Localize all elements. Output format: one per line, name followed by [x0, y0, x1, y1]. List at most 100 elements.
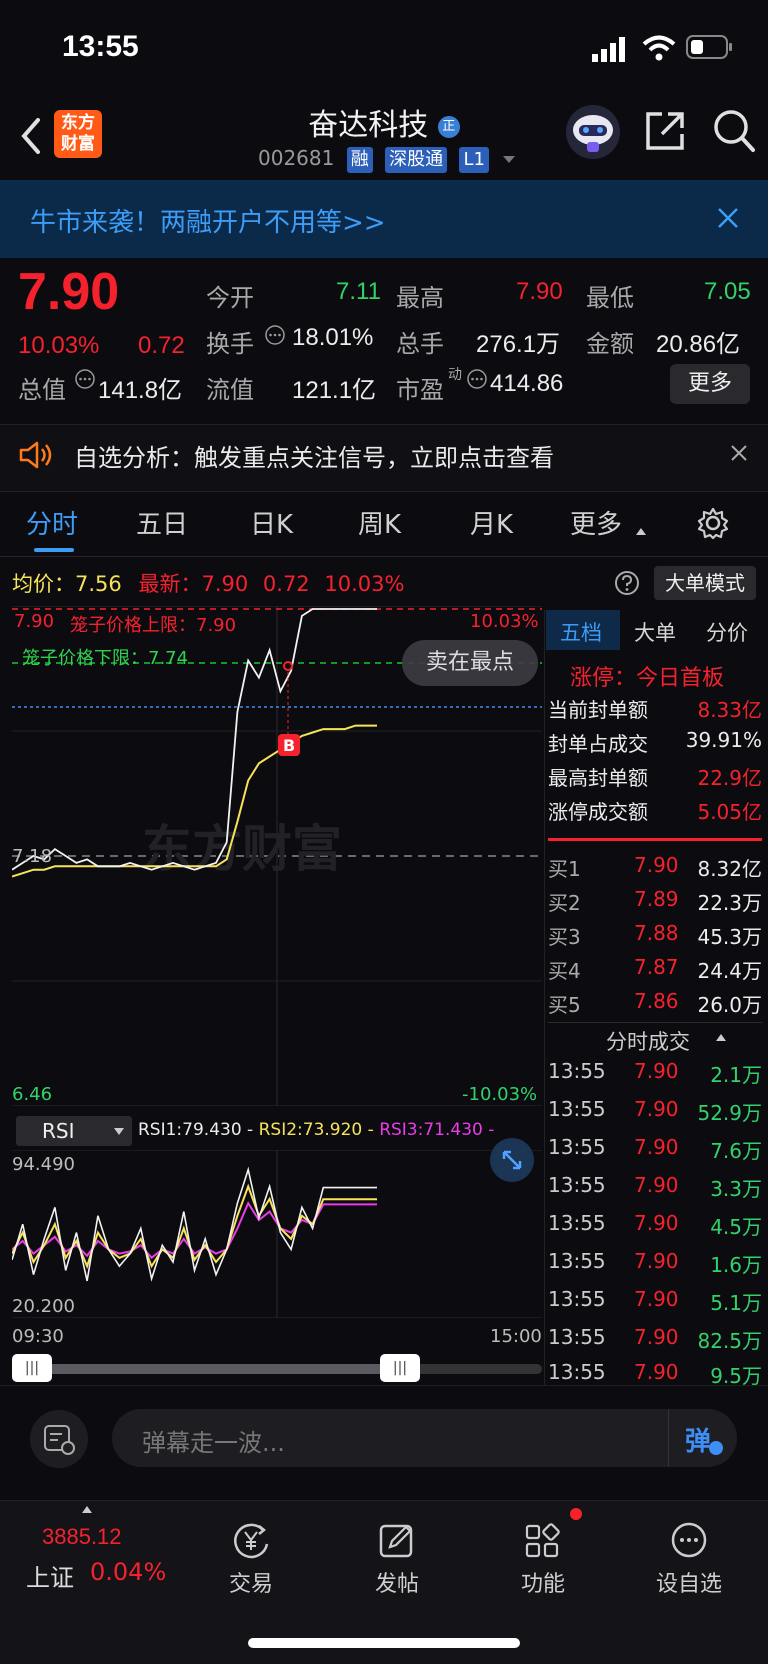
- limit-up-title: 涨停：今日首板: [570, 666, 725, 691]
- trade-price: 7.90: [634, 1287, 679, 1311]
- trade-time: 13:55: [548, 1135, 606, 1159]
- tab-five-level[interactable]: 五档: [560, 617, 602, 647]
- bid-volume: 24.4万: [697, 959, 762, 983]
- tab-five-day[interactable]: 五日: [136, 504, 188, 541]
- tag-margin: 融: [346, 147, 373, 173]
- nav-trade[interactable]: 交易: [196, 1520, 306, 1598]
- yen-exchange-icon: [234, 1523, 269, 1559]
- trade-price: 7.90: [634, 1360, 679, 1384]
- trade-volume: 52.9万: [697, 1101, 762, 1125]
- tag-level: L1: [459, 147, 489, 173]
- upper-cage-label: 笼子价格上限：7.90: [70, 615, 237, 636]
- max-seal-label: 最高封单额: [548, 766, 648, 790]
- danmu-settings-button[interactable]: [30, 1410, 88, 1468]
- home-indicator: [248, 1638, 520, 1648]
- more-circle-icon: [671, 1522, 707, 1558]
- prev-close-label: 7.18: [12, 846, 53, 867]
- range-handle-right[interactable]: |||: [380, 1354, 420, 1382]
- avg-value: 7.56: [75, 572, 122, 596]
- trade-volume: 3.3万: [710, 1177, 762, 1201]
- index-value[interactable]: 3885.12: [42, 1524, 122, 1550]
- tab-monthly-k[interactable]: 月K: [470, 504, 513, 541]
- stock-name: 奋达科技: [308, 108, 429, 143]
- bid-volume: 45.3万: [697, 925, 762, 949]
- info-dots-icon[interactable]: [264, 324, 286, 346]
- close-icon[interactable]: [716, 206, 740, 230]
- trade-price: 7.90: [634, 1249, 679, 1273]
- nav-post[interactable]: 发帖: [342, 1520, 452, 1598]
- speaker-icon: [19, 441, 52, 469]
- trade-price: 7.90: [634, 1097, 679, 1121]
- trade-row: 13:55 7.90 5.1万: [548, 1287, 762, 1317]
- help-icon[interactable]: [614, 570, 640, 596]
- danmu-input[interactable]: 弹幕走一波...: [112, 1409, 736, 1467]
- info-dots-icon[interactable]: [74, 368, 96, 390]
- expand-button[interactable]: [490, 1138, 534, 1182]
- bid-row[interactable]: 买4 7.87 24.4万: [548, 955, 762, 985]
- close-icon[interactable]: [730, 444, 748, 462]
- tab-daily-k[interactable]: 日K: [250, 504, 293, 541]
- amount-label: 金额: [586, 330, 634, 358]
- seal-ratio-label: 封单占成交: [548, 732, 648, 756]
- trade-time: 13:55: [548, 1211, 606, 1235]
- nav-functions[interactable]: 功能: [488, 1520, 598, 1598]
- lower-price-label: 6.46: [12, 1084, 53, 1105]
- battery-icon: [686, 35, 732, 59]
- dropdown-caret-icon[interactable]: [503, 156, 516, 163]
- nav-trade-label: 交易: [228, 1572, 273, 1597]
- volume-value: 276.1万: [476, 331, 561, 358]
- trade-row: 13:55 7.90 52.9万: [548, 1097, 762, 1127]
- index-percent[interactable]: 0.04%: [90, 1558, 166, 1586]
- bid-price: 7.86: [634, 989, 679, 1013]
- nav-add-watchlist[interactable]: 设自选: [634, 1520, 744, 1598]
- danmu-placeholder: 弹幕走一波...: [142, 1429, 285, 1457]
- tag-connect: 深股通: [385, 147, 448, 173]
- tab-weekly-k[interactable]: 周K: [358, 504, 401, 541]
- trade-row: 13:55 7.90 82.5万: [548, 1325, 762, 1355]
- promo-banner-text[interactable]: 牛市来袭！两融开户不用等>>: [30, 202, 386, 239]
- latest-percent: 10.03%: [324, 572, 405, 596]
- rsi-chart[interactable]: [12, 1150, 542, 1318]
- bid-label: 买4: [548, 959, 581, 983]
- bid-price: 7.87: [634, 955, 679, 979]
- more-button[interactable]: 更多: [670, 364, 750, 404]
- tab-more[interactable]: 更多: [570, 504, 622, 541]
- tab-big-orders[interactable]: 大单: [634, 617, 676, 647]
- index-name[interactable]: 上证: [26, 1558, 74, 1593]
- nav-add-watchlist-label: 设自选: [655, 1572, 722, 1597]
- seal-label: 当前封单额: [548, 698, 648, 722]
- trade-time: 13:55: [548, 1059, 606, 1083]
- watermark: 东方财富: [142, 820, 342, 878]
- info-dots-icon[interactable]: [466, 368, 488, 390]
- bid-label: 买3: [548, 925, 581, 949]
- send-danmu-button[interactable]: 弹: [668, 1409, 737, 1467]
- caret-down-icon: [114, 1128, 124, 1135]
- sell-at-top-button[interactable]: 卖在最点: [402, 640, 538, 686]
- latest-change: 0.72: [262, 572, 310, 596]
- range-handle-left[interactable]: |||: [12, 1354, 52, 1382]
- indicator-selector[interactable]: RSI: [16, 1116, 132, 1146]
- tab-intraday[interactable]: 分时: [26, 504, 78, 541]
- bid-label: 买2: [548, 891, 581, 915]
- notice-text[interactable]: 自选分析：触发重点关注信号，立即点击查看: [74, 438, 554, 473]
- trade-time: 13:55: [548, 1097, 606, 1121]
- settings-gear-icon[interactable]: [696, 506, 730, 540]
- bid-row[interactable]: 买3 7.88 45.3万: [548, 921, 762, 951]
- trade-row: 13:55 7.90 3.3万: [548, 1173, 762, 1203]
- trades-title[interactable]: 分时成交: [606, 1026, 690, 1056]
- edit-icon: [379, 1524, 413, 1558]
- trade-volume: 1.6万: [710, 1253, 762, 1277]
- trade-volume: 82.5万: [697, 1329, 762, 1353]
- big-order-mode-button[interactable]: 大单模式: [654, 566, 756, 600]
- bid-row[interactable]: 买5 7.86 26.0万: [548, 989, 762, 1019]
- change-percent: 10.03%: [18, 332, 100, 359]
- chart-info-row: 均价：7.56 最新：7.90 0.72 10.03%: [12, 568, 404, 598]
- tab-price-dist[interactable]: 分价: [706, 617, 748, 647]
- bid-row[interactable]: 买1 7.90 8.32亿: [548, 853, 762, 883]
- limit-amount-label: 涨停成交额: [548, 800, 648, 824]
- rsi-values: RSI1:79.430 - RSI2:73.920 - RSI3:71.430 …: [138, 1120, 494, 1140]
- open-value: 7.11: [336, 278, 381, 305]
- trade-time: 13:55: [548, 1360, 606, 1384]
- bid-row[interactable]: 买2 7.89 22.3万: [548, 887, 762, 917]
- verified-badge: 正: [437, 115, 460, 138]
